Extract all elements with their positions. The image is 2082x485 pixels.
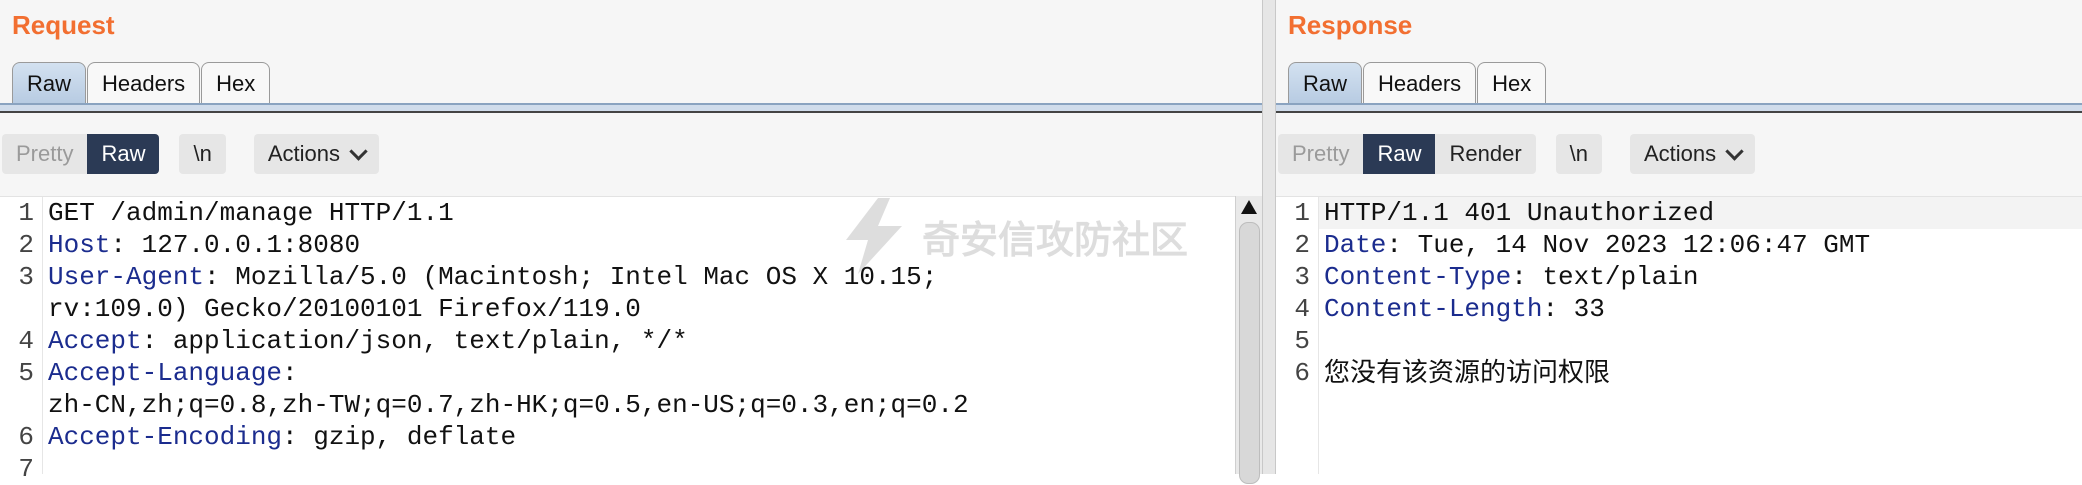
line-number: 2	[18, 230, 34, 260]
line-text: 您没有该资源的访问权限	[1324, 357, 1610, 390]
line-value: : Mozilla/5.0 (Macintosh; Intel Mac OS X…	[204, 262, 938, 292]
header-name: Date	[1324, 230, 1387, 260]
line-value: HTTP/1.1 401 Unauthorized	[1324, 198, 1715, 228]
line-value: rv:109.0) Gecko/20100101 Firefox/119.0	[48, 294, 641, 324]
header-name: Accept-Encoding	[48, 422, 283, 452]
line-text: Accept: application/json, text/plain, */…	[48, 325, 688, 357]
response-view-mode-toggle: Pretty Raw Render	[1278, 134, 1536, 174]
chevron-down-icon	[1725, 141, 1744, 161]
line-text: Date: Tue, 14 Nov 2023 12:06:47 GMT	[1324, 229, 1870, 261]
line-text: rv:109.0) Gecko/20100101 Firefox/119.0	[48, 293, 641, 325]
line-value: : 33	[1542, 294, 1605, 324]
response-tab-raw[interactable]: Raw	[1288, 62, 1363, 104]
response-tabs: Raw Headers Hex	[1288, 62, 1547, 104]
line-text: Accept-Encoding: gzip, deflate	[48, 421, 516, 453]
response-pane: Response Raw Headers Hex Pretty Raw Rend…	[1276, 0, 2082, 474]
request-pretty-button[interactable]: Pretty	[2, 134, 88, 174]
line-number: 4	[1294, 294, 1310, 324]
response-actions-dropdown[interactable]: Actions	[1630, 134, 1756, 174]
line-value: GET /admin/manage HTTP/1.1	[48, 198, 454, 228]
line-value: :	[282, 358, 298, 388]
response-render-button[interactable]: Render	[1435, 134, 1536, 174]
line-number: 2	[1294, 230, 1310, 260]
line-number: 1	[18, 198, 34, 228]
response-title: Response	[1288, 10, 1413, 40]
line-number: 4	[18, 326, 34, 356]
line-value: : application/json, text/plain, */*	[141, 326, 688, 356]
response-tab-underline	[1276, 103, 2082, 113]
line-number: 6	[18, 422, 34, 452]
line-text: Content-Length: 33	[1324, 293, 1605, 325]
line-text: HTTP/1.1 401 Unauthorized	[1324, 197, 1714, 229]
line-text: Accept-Language:	[48, 357, 298, 389]
line-value: : 127.0.0.1:8080	[110, 230, 361, 260]
line-number: 3	[18, 262, 34, 292]
header-name: User-Agent	[48, 262, 205, 292]
request-actions-dropdown[interactable]: Actions	[253, 134, 379, 174]
line-text: Host: 127.0.0.1:8080	[48, 229, 360, 261]
request-view-mode-toggle: Pretty Raw	[2, 134, 160, 174]
line-value: 您没有该资源的访问权限	[1324, 358, 1611, 388]
response-tab-hex[interactable]: Hex	[1477, 62, 1547, 104]
request-scrollbar[interactable]	[1235, 196, 1262, 484]
scroll-thumb[interactable]	[1239, 222, 1260, 484]
line-value: : Tue, 14 Nov 2023 12:06:47 GMT	[1386, 230, 1871, 260]
response-toolbar: Pretty Raw Render \n Actions	[1278, 133, 1783, 175]
line-value: : text/plain	[1511, 262, 1699, 292]
line-text: Content-Type: text/plain	[1324, 261, 1698, 293]
request-tab-raw[interactable]: Raw	[12, 62, 87, 104]
line-number: 3	[1294, 262, 1310, 292]
line-number: 7	[18, 454, 34, 484]
pane-splitter[interactable]	[1262, 0, 1276, 474]
header-name: Accept	[48, 326, 142, 356]
watermark-text: 奇安信攻防社区	[922, 217, 1189, 262]
request-toolbar: Pretty Raw \n Actions	[2, 133, 407, 175]
line-value: : gzip, deflate	[282, 422, 517, 452]
request-tab-hex[interactable]: Hex	[201, 62, 271, 104]
response-actions-label: Actions	[1644, 141, 1717, 166]
line-number: 1	[1294, 198, 1310, 228]
request-tabs: Raw Headers Hex	[12, 62, 271, 104]
response-newline-toggle[interactable]: \n	[1555, 134, 1602, 174]
request-tab-headers[interactable]: Headers	[87, 62, 201, 104]
line-number: 6	[1294, 358, 1310, 388]
header-name: Host	[48, 230, 111, 260]
header-name: Content-Type	[1324, 262, 1512, 292]
line-number: 5	[18, 358, 34, 388]
response-editor[interactable]: 1 HTTP/1.1 401 Unauthorized 2 Date: Tue, 14…	[1276, 196, 2082, 474]
line-text: GET /admin/manage HTTP/1.1	[48, 197, 454, 229]
line-number: 5	[1294, 326, 1310, 356]
response-pretty-button[interactable]: Pretty	[1278, 134, 1364, 174]
request-pane: Request Raw Headers Hex Pretty Raw \n Ac…	[0, 0, 1262, 484]
watermark: 奇安信攻防社区	[838, 196, 1258, 276]
lightning-logo-icon	[846, 198, 902, 274]
line-text: zh-CN,zh;q=0.8,zh-TW;q=0.7,zh-HK;q=0.5,e…	[48, 389, 969, 421]
response-raw-button[interactable]: Raw	[1363, 134, 1436, 174]
request-tab-underline	[0, 103, 1262, 113]
request-newline-toggle[interactable]: \n	[179, 134, 226, 174]
header-name: Content-Length	[1324, 294, 1543, 324]
request-newline-label: \n	[193, 141, 212, 166]
response-newline-label: \n	[1569, 141, 1588, 166]
request-actions-label: Actions	[267, 141, 340, 166]
scroll-up-arrow-icon[interactable]	[1241, 200, 1257, 214]
request-title: Request	[12, 10, 115, 40]
response-tab-headers[interactable]: Headers	[1363, 62, 1477, 104]
request-raw-button[interactable]: Raw	[87, 134, 160, 174]
chevron-down-icon	[349, 141, 368, 161]
line-value: zh-CN,zh;q=0.8,zh-TW;q=0.7,zh-HK;q=0.5,e…	[48, 390, 969, 420]
header-name: Accept-Language	[48, 358, 283, 388]
line-text: User-Agent: Mozilla/5.0 (Macintosh; Inte…	[48, 261, 937, 293]
